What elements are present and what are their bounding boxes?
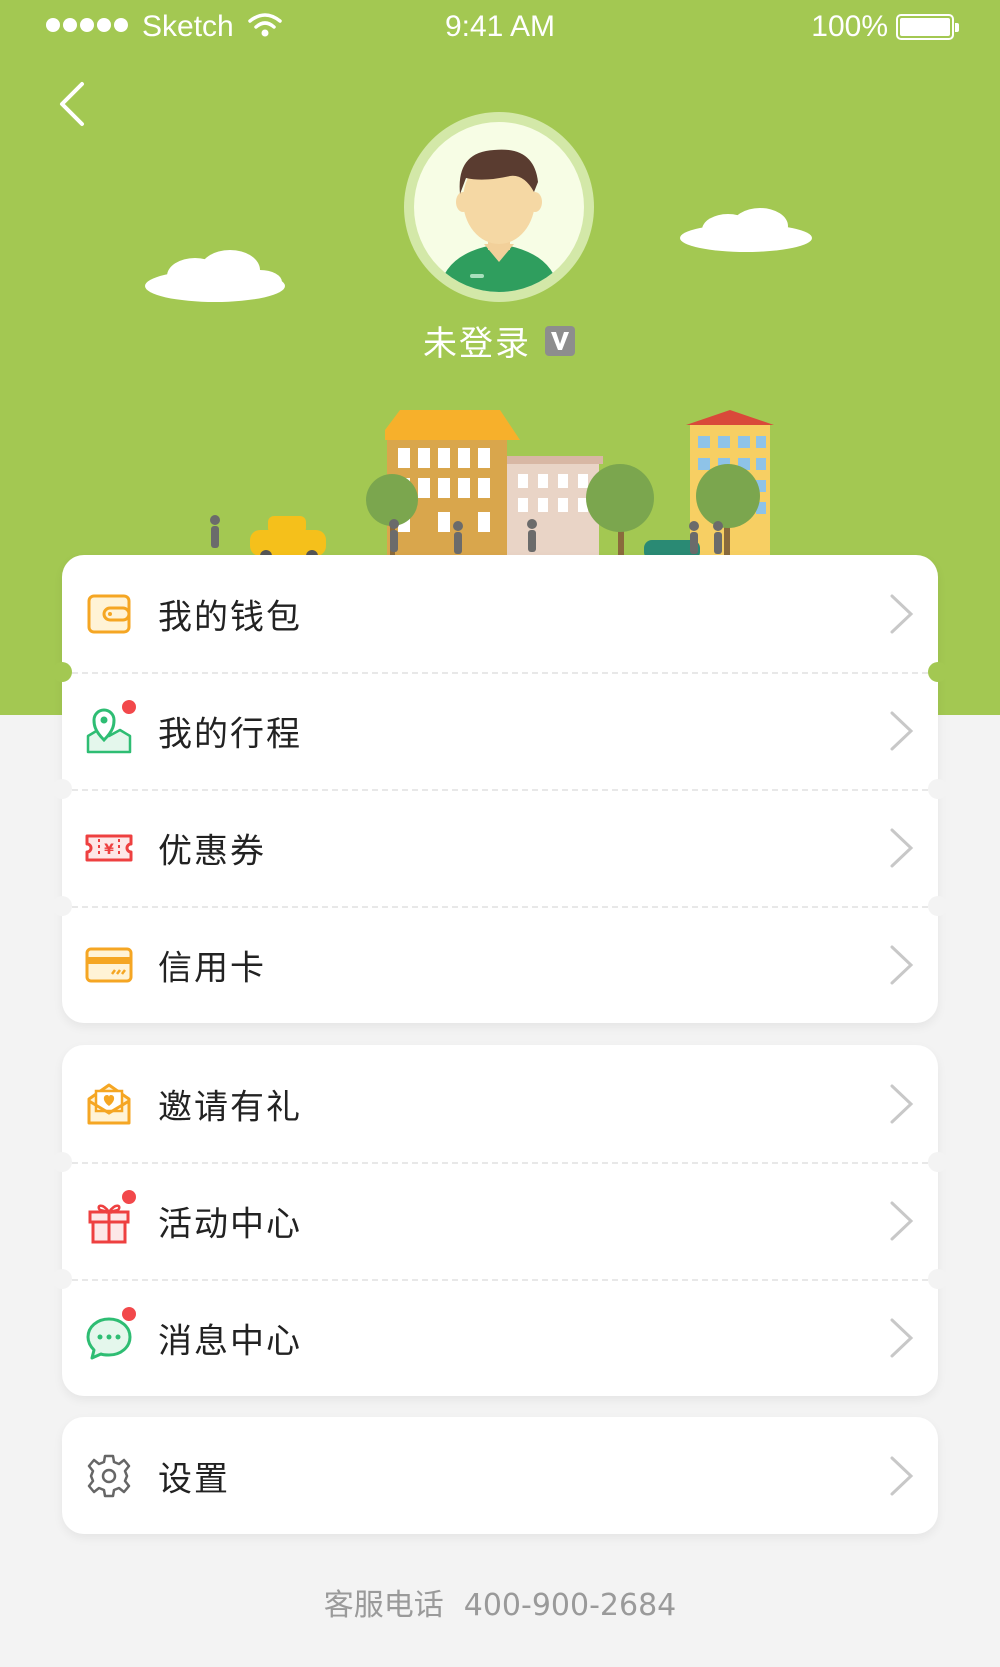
menu-item-trips[interactable]: 我的行程 bbox=[52, 662, 948, 789]
chevron-right-icon bbox=[890, 828, 914, 867]
menu-item-settings[interactable]: 设置 bbox=[62, 1417, 938, 1534]
menu-item-label: 邀请有礼 bbox=[158, 1087, 302, 1127]
vip-badge-icon bbox=[545, 325, 575, 356]
menu-card-settings-group: 设置 bbox=[62, 1417, 938, 1534]
menu-item-label: 我的钱包 bbox=[158, 597, 302, 637]
chevron-right-icon bbox=[890, 945, 914, 984]
menu-item-invite[interactable]: 邀请有礼 bbox=[62, 1045, 938, 1162]
menu-card-activity-group: 邀请有礼 活动中心 消息中心 bbox=[52, 1045, 948, 1396]
cloud-left bbox=[145, 250, 285, 302]
chevron-right-icon bbox=[890, 1084, 914, 1123]
battery-percent: 100% bbox=[811, 10, 888, 43]
menu-card-wallet-group: 我的钱包 我的行程 ¥ 优惠券 信用卡 bbox=[52, 555, 948, 1023]
notification-dot bbox=[122, 1190, 136, 1204]
customer-service-label: 客服电话 bbox=[323, 1588, 444, 1623]
customer-service-footer: 客服电话 400-900-2684 bbox=[0, 1580, 1000, 1624]
customer-service-phone[interactable]: 400-900-2684 bbox=[464, 1588, 677, 1623]
notification-dot bbox=[122, 1307, 136, 1321]
menu-item-credit-card[interactable]: 信用卡 bbox=[52, 896, 948, 1023]
gear-icon bbox=[87, 1454, 131, 1497]
menu-item-label: 活动中心 bbox=[158, 1204, 302, 1244]
cloud-right bbox=[680, 208, 812, 252]
coupon-icon: ¥ bbox=[85, 834, 133, 861]
username-row: 未登录 bbox=[0, 316, 1000, 365]
notification-dot bbox=[122, 700, 136, 714]
menu-item-label: 信用卡 bbox=[158, 948, 266, 988]
battery-icon bbox=[896, 14, 959, 40]
menu-item-label: 设置 bbox=[158, 1459, 230, 1499]
menu-item-label: 消息中心 bbox=[158, 1321, 302, 1361]
menu-item-label: 优惠券 bbox=[158, 831, 266, 871]
chevron-right-icon bbox=[890, 1318, 914, 1357]
credit-card-icon bbox=[85, 947, 133, 982]
status-bar: Sketch 9:41 AM 100% bbox=[0, 0, 1000, 56]
avatar[interactable] bbox=[404, 112, 594, 302]
menu-item-message-center[interactable]: 消息中心 bbox=[52, 1269, 948, 1396]
chevron-right-icon bbox=[890, 594, 914, 633]
chevron-right-icon bbox=[890, 1201, 914, 1240]
chevron-right-icon bbox=[890, 711, 914, 750]
wallet-icon bbox=[87, 594, 131, 633]
menu-item-wallet[interactable]: 我的钱包 bbox=[62, 555, 938, 672]
menu-item-label: 我的行程 bbox=[158, 714, 302, 754]
username[interactable]: 未登录 bbox=[423, 316, 531, 365]
back-icon[interactable] bbox=[52, 78, 100, 130]
chevron-right-icon bbox=[890, 1456, 914, 1495]
invite-envelope-icon bbox=[87, 1083, 131, 1124]
menu-item-coupons[interactable]: ¥ 优惠券 bbox=[52, 779, 948, 906]
user-avatar-illustration bbox=[439, 149, 559, 292]
svg-text:¥: ¥ bbox=[104, 842, 114, 858]
city-illustration bbox=[210, 410, 774, 560]
menu-item-activity-center[interactable]: 活动中心 bbox=[52, 1152, 948, 1279]
